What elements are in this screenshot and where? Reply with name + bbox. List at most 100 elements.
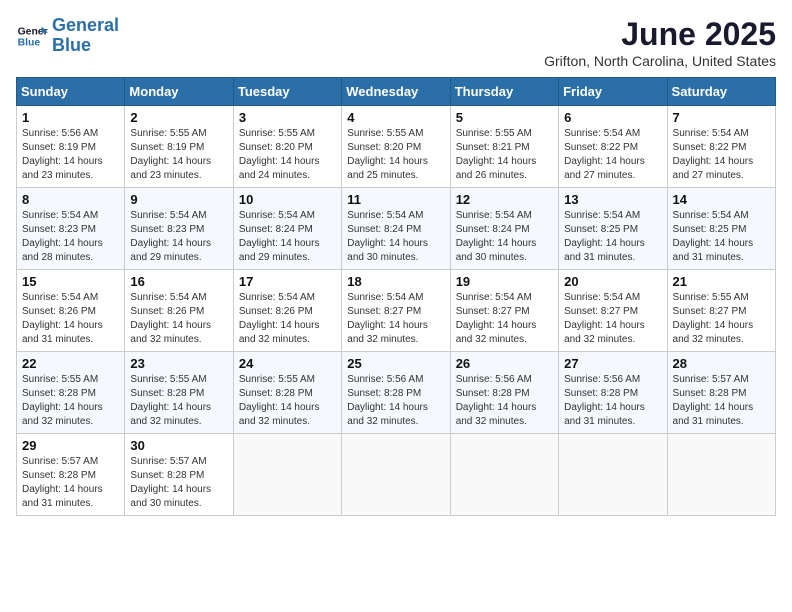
cell-info: Sunrise: 5:55 AM Sunset: 8:28 PM Dayligh… bbox=[130, 373, 227, 429]
calendar-cell: 19 Sunrise: 5:54 AM Sunset: 8:27 PM Dayl… bbox=[450, 270, 558, 352]
weekday-header-saturday: Saturday bbox=[667, 78, 775, 106]
day-number: 29 bbox=[22, 438, 119, 453]
cell-info: Sunrise: 5:55 AM Sunset: 8:21 PM Dayligh… bbox=[456, 127, 553, 183]
cell-info: Sunrise: 5:54 AM Sunset: 8:24 PM Dayligh… bbox=[347, 209, 444, 265]
cell-info: Sunrise: 5:55 AM Sunset: 8:27 PM Dayligh… bbox=[673, 291, 770, 347]
logo-icon: General Blue bbox=[16, 20, 48, 52]
day-number: 23 bbox=[130, 356, 227, 371]
weekday-header-thursday: Thursday bbox=[450, 78, 558, 106]
day-number: 8 bbox=[22, 192, 119, 207]
logo-text: GeneralBlue bbox=[52, 16, 119, 56]
calendar-table: SundayMondayTuesdayWednesdayThursdayFrid… bbox=[16, 77, 776, 516]
calendar-week-row: 22 Sunrise: 5:55 AM Sunset: 8:28 PM Dayl… bbox=[17, 352, 776, 434]
cell-info: Sunrise: 5:54 AM Sunset: 8:23 PM Dayligh… bbox=[22, 209, 119, 265]
logo: General Blue GeneralBlue bbox=[16, 16, 119, 56]
day-number: 22 bbox=[22, 356, 119, 371]
day-number: 1 bbox=[22, 110, 119, 125]
cell-info: Sunrise: 5:55 AM Sunset: 8:20 PM Dayligh… bbox=[239, 127, 336, 183]
day-number: 18 bbox=[347, 274, 444, 289]
calendar-cell: 3 Sunrise: 5:55 AM Sunset: 8:20 PM Dayli… bbox=[233, 106, 341, 188]
cell-info: Sunrise: 5:55 AM Sunset: 8:28 PM Dayligh… bbox=[22, 373, 119, 429]
cell-info: Sunrise: 5:57 AM Sunset: 8:28 PM Dayligh… bbox=[22, 455, 119, 511]
cell-info: Sunrise: 5:54 AM Sunset: 8:26 PM Dayligh… bbox=[130, 291, 227, 347]
calendar-week-row: 15 Sunrise: 5:54 AM Sunset: 8:26 PM Dayl… bbox=[17, 270, 776, 352]
calendar-cell: 17 Sunrise: 5:54 AM Sunset: 8:26 PM Dayl… bbox=[233, 270, 341, 352]
calendar-cell: 16 Sunrise: 5:54 AM Sunset: 8:26 PM Dayl… bbox=[125, 270, 233, 352]
calendar-cell: 5 Sunrise: 5:55 AM Sunset: 8:21 PM Dayli… bbox=[450, 106, 558, 188]
calendar-cell: 7 Sunrise: 5:54 AM Sunset: 8:22 PM Dayli… bbox=[667, 106, 775, 188]
calendar-cell: 28 Sunrise: 5:57 AM Sunset: 8:28 PM Dayl… bbox=[667, 352, 775, 434]
calendar-cell bbox=[342, 434, 450, 516]
cell-info: Sunrise: 5:54 AM Sunset: 8:25 PM Dayligh… bbox=[564, 209, 661, 265]
cell-info: Sunrise: 5:57 AM Sunset: 8:28 PM Dayligh… bbox=[673, 373, 770, 429]
month-title: June 2025 bbox=[544, 16, 776, 53]
calendar-cell bbox=[667, 434, 775, 516]
calendar-cell bbox=[233, 434, 341, 516]
day-number: 24 bbox=[239, 356, 336, 371]
day-number: 3 bbox=[239, 110, 336, 125]
cell-info: Sunrise: 5:54 AM Sunset: 8:22 PM Dayligh… bbox=[564, 127, 661, 183]
cell-info: Sunrise: 5:55 AM Sunset: 8:28 PM Dayligh… bbox=[239, 373, 336, 429]
calendar-cell: 10 Sunrise: 5:54 AM Sunset: 8:24 PM Dayl… bbox=[233, 188, 341, 270]
calendar-cell: 29 Sunrise: 5:57 AM Sunset: 8:28 PM Dayl… bbox=[17, 434, 125, 516]
weekday-header-sunday: Sunday bbox=[17, 78, 125, 106]
cell-info: Sunrise: 5:54 AM Sunset: 8:22 PM Dayligh… bbox=[673, 127, 770, 183]
cell-info: Sunrise: 5:55 AM Sunset: 8:20 PM Dayligh… bbox=[347, 127, 444, 183]
day-number: 12 bbox=[456, 192, 553, 207]
calendar-cell: 18 Sunrise: 5:54 AM Sunset: 8:27 PM Dayl… bbox=[342, 270, 450, 352]
calendar-cell bbox=[450, 434, 558, 516]
calendar-cell: 21 Sunrise: 5:55 AM Sunset: 8:27 PM Dayl… bbox=[667, 270, 775, 352]
calendar-week-row: 29 Sunrise: 5:57 AM Sunset: 8:28 PM Dayl… bbox=[17, 434, 776, 516]
day-number: 4 bbox=[347, 110, 444, 125]
day-number: 21 bbox=[673, 274, 770, 289]
calendar-week-row: 1 Sunrise: 5:56 AM Sunset: 8:19 PM Dayli… bbox=[17, 106, 776, 188]
day-number: 6 bbox=[564, 110, 661, 125]
calendar-cell: 26 Sunrise: 5:56 AM Sunset: 8:28 PM Dayl… bbox=[450, 352, 558, 434]
day-number: 5 bbox=[456, 110, 553, 125]
day-number: 7 bbox=[673, 110, 770, 125]
calendar-cell: 22 Sunrise: 5:55 AM Sunset: 8:28 PM Dayl… bbox=[17, 352, 125, 434]
day-number: 2 bbox=[130, 110, 227, 125]
cell-info: Sunrise: 5:54 AM Sunset: 8:25 PM Dayligh… bbox=[673, 209, 770, 265]
day-number: 9 bbox=[130, 192, 227, 207]
cell-info: Sunrise: 5:56 AM Sunset: 8:28 PM Dayligh… bbox=[347, 373, 444, 429]
day-number: 27 bbox=[564, 356, 661, 371]
cell-info: Sunrise: 5:54 AM Sunset: 8:27 PM Dayligh… bbox=[347, 291, 444, 347]
cell-info: Sunrise: 5:56 AM Sunset: 8:28 PM Dayligh… bbox=[564, 373, 661, 429]
cell-info: Sunrise: 5:54 AM Sunset: 8:23 PM Dayligh… bbox=[130, 209, 227, 265]
cell-info: Sunrise: 5:54 AM Sunset: 8:24 PM Dayligh… bbox=[456, 209, 553, 265]
day-number: 26 bbox=[456, 356, 553, 371]
calendar-cell: 14 Sunrise: 5:54 AM Sunset: 8:25 PM Dayl… bbox=[667, 188, 775, 270]
calendar-cell bbox=[559, 434, 667, 516]
cell-info: Sunrise: 5:54 AM Sunset: 8:27 PM Dayligh… bbox=[564, 291, 661, 347]
day-number: 15 bbox=[22, 274, 119, 289]
cell-info: Sunrise: 5:54 AM Sunset: 8:26 PM Dayligh… bbox=[239, 291, 336, 347]
day-number: 11 bbox=[347, 192, 444, 207]
day-number: 30 bbox=[130, 438, 227, 453]
day-number: 19 bbox=[456, 274, 553, 289]
cell-info: Sunrise: 5:55 AM Sunset: 8:19 PM Dayligh… bbox=[130, 127, 227, 183]
cell-info: Sunrise: 5:56 AM Sunset: 8:28 PM Dayligh… bbox=[456, 373, 553, 429]
calendar-cell: 27 Sunrise: 5:56 AM Sunset: 8:28 PM Dayl… bbox=[559, 352, 667, 434]
calendar-cell: 4 Sunrise: 5:55 AM Sunset: 8:20 PM Dayli… bbox=[342, 106, 450, 188]
day-number: 14 bbox=[673, 192, 770, 207]
day-number: 25 bbox=[347, 356, 444, 371]
cell-info: Sunrise: 5:54 AM Sunset: 8:24 PM Dayligh… bbox=[239, 209, 336, 265]
calendar-week-row: 8 Sunrise: 5:54 AM Sunset: 8:23 PM Dayli… bbox=[17, 188, 776, 270]
weekday-header-tuesday: Tuesday bbox=[233, 78, 341, 106]
cell-info: Sunrise: 5:54 AM Sunset: 8:26 PM Dayligh… bbox=[22, 291, 119, 347]
calendar-cell: 12 Sunrise: 5:54 AM Sunset: 8:24 PM Dayl… bbox=[450, 188, 558, 270]
day-number: 17 bbox=[239, 274, 336, 289]
day-number: 10 bbox=[239, 192, 336, 207]
cell-info: Sunrise: 5:56 AM Sunset: 8:19 PM Dayligh… bbox=[22, 127, 119, 183]
svg-text:Blue: Blue bbox=[18, 37, 41, 48]
weekday-header-friday: Friday bbox=[559, 78, 667, 106]
weekday-header-monday: Monday bbox=[125, 78, 233, 106]
calendar-cell: 23 Sunrise: 5:55 AM Sunset: 8:28 PM Dayl… bbox=[125, 352, 233, 434]
day-number: 28 bbox=[673, 356, 770, 371]
location-title: Grifton, North Carolina, United States bbox=[544, 53, 776, 69]
weekday-header-row: SundayMondayTuesdayWednesdayThursdayFrid… bbox=[17, 78, 776, 106]
calendar-cell: 9 Sunrise: 5:54 AM Sunset: 8:23 PM Dayli… bbox=[125, 188, 233, 270]
cell-info: Sunrise: 5:54 AM Sunset: 8:27 PM Dayligh… bbox=[456, 291, 553, 347]
day-number: 13 bbox=[564, 192, 661, 207]
